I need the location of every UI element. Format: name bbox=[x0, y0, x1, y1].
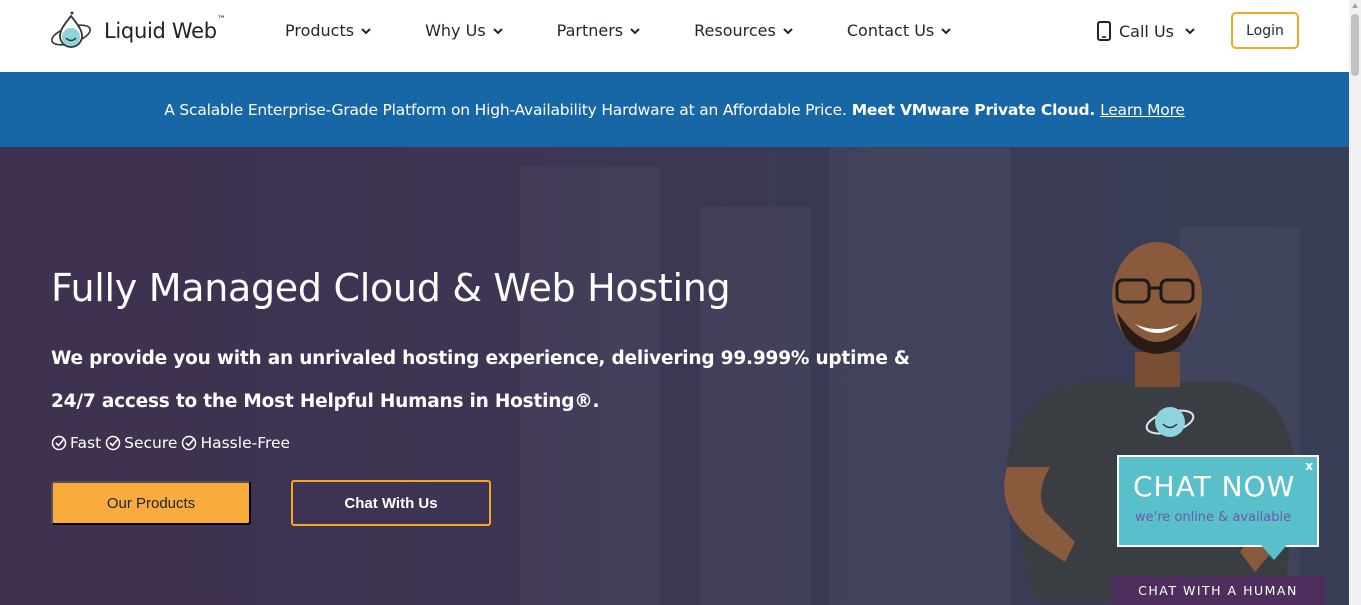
nav-contact-us[interactable]: Contact Us bbox=[847, 21, 952, 40]
chat-now-widget[interactable]: CHAT NOW we're online & available x bbox=[1117, 455, 1319, 547]
call-us-label: Call Us bbox=[1119, 21, 1174, 41]
hero-subtitle: We provide you with an unrivaled hosting… bbox=[51, 348, 910, 412]
check-circle-icon bbox=[51, 435, 67, 451]
hero-title: Fully Managed Cloud & Web Hosting bbox=[51, 266, 731, 310]
nav-label: Why Us bbox=[425, 21, 486, 40]
chat-with-human-button[interactable]: CHAT WITH A HUMAN bbox=[1111, 576, 1325, 605]
call-us-menu[interactable]: Call Us bbox=[1097, 21, 1196, 41]
nav-products[interactable]: Products bbox=[285, 21, 372, 40]
phone-icon bbox=[1097, 21, 1111, 41]
chevron-down-icon bbox=[1185, 28, 1195, 35]
check-circle-icon bbox=[105, 435, 121, 451]
chat-bubble-tail bbox=[1261, 545, 1287, 560]
chat-with-us-button[interactable]: Chat With Us bbox=[291, 480, 491, 526]
check-circle-icon bbox=[182, 435, 197, 451]
feature-item: Hassle-Free bbox=[181, 434, 290, 452]
close-icon[interactable]: x bbox=[1305, 459, 1313, 473]
banner-text: A Scalable Enterprise-Grade Platform on … bbox=[164, 100, 847, 119]
nav-why-us[interactable]: Why Us bbox=[425, 21, 504, 40]
page-scrollbar[interactable] bbox=[1349, 0, 1361, 605]
chevron-down-icon bbox=[783, 27, 793, 34]
feature-item: Fast bbox=[51, 434, 101, 452]
nav-label: Resources bbox=[694, 21, 776, 40]
chevron-down-icon bbox=[492, 27, 503, 34]
site-header: Liquid Web™ Products Why Us Partners Res… bbox=[0, 0, 1349, 72]
droplet-logo-icon bbox=[51, 11, 91, 48]
chevron-down-icon bbox=[941, 27, 951, 34]
feature-item: Secure bbox=[105, 434, 177, 452]
feature-list: Fast Secure Hassle-Free bbox=[51, 434, 294, 452]
brand-name: Liquid Web™ bbox=[104, 15, 226, 43]
login-button[interactable]: Login bbox=[1231, 12, 1299, 49]
our-products-button[interactable]: Our Products bbox=[51, 481, 251, 525]
chat-now-title: CHAT NOW bbox=[1133, 470, 1296, 503]
nav-label: Products bbox=[285, 21, 355, 40]
chat-now-subtitle: we're online & available bbox=[1135, 510, 1292, 525]
scroll-thumb[interactable] bbox=[1351, 14, 1359, 76]
nav-partners[interactable]: Partners bbox=[557, 21, 641, 40]
promo-banner: A Scalable Enterprise-Grade Platform on … bbox=[0, 72, 1349, 147]
nav-label: Contact Us bbox=[846, 21, 935, 40]
nav-label: Partners bbox=[556, 21, 624, 40]
banner-highlight: Meet VMware Private Cloud. bbox=[851, 100, 1096, 119]
scroll-up-arrow-icon[interactable] bbox=[1352, 3, 1358, 8]
nav-resources[interactable]: Resources bbox=[694, 21, 794, 40]
learn-more-link[interactable]: Learn More bbox=[1100, 101, 1185, 119]
chevron-down-icon bbox=[630, 27, 640, 34]
chevron-down-icon bbox=[361, 27, 371, 34]
main-nav: Products Why Us Partners Resources Conta… bbox=[285, 21, 952, 40]
liquid-web-logo[interactable]: Liquid Web™ bbox=[50, 10, 226, 52]
